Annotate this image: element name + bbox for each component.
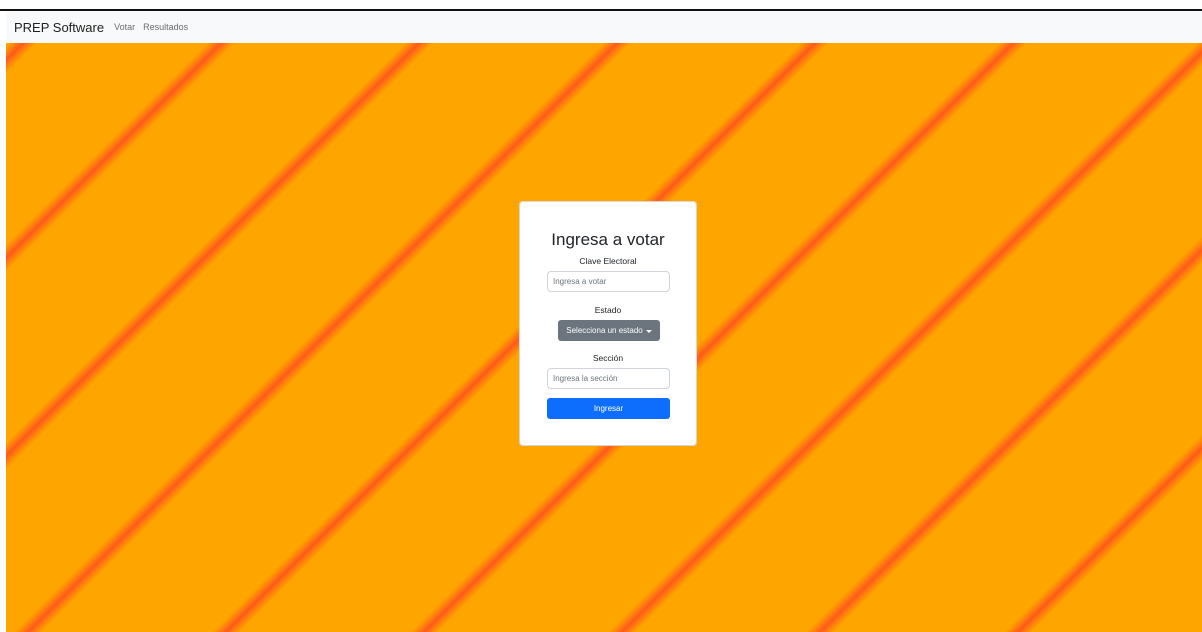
estado-label: Estado <box>594 305 622 315</box>
estado-dropdown-button[interactable]: Selecciona un estado <box>558 320 660 341</box>
estado-dropdown-label: Selecciona un estado <box>566 326 643 335</box>
app-window: PREP Software Votar Resultados Ingresa a… <box>0 0 1202 632</box>
navbar: PREP Software Votar Resultados <box>6 11 1202 43</box>
nav-link-resultados[interactable]: Resultados <box>143 22 188 32</box>
seccion-input[interactable] <box>547 368 670 389</box>
caret-down-icon <box>645 329 652 333</box>
seccion-label: Sección <box>592 353 624 363</box>
clave-electoral-input[interactable] <box>547 271 670 292</box>
nav-link-votar[interactable]: Votar <box>114 22 135 32</box>
brand-link[interactable]: PREP Software <box>14 20 104 35</box>
ingresar-button-label: Ingresar <box>593 404 624 413</box>
clave-electoral-label: Clave Electoral <box>579 256 637 266</box>
ingresar-button[interactable]: Ingresar <box>547 398 670 419</box>
form-title: Ingresa a votar <box>551 230 665 249</box>
vote-login-card: Ingresa a votar Clave Electoral Estado S… <box>519 201 697 446</box>
